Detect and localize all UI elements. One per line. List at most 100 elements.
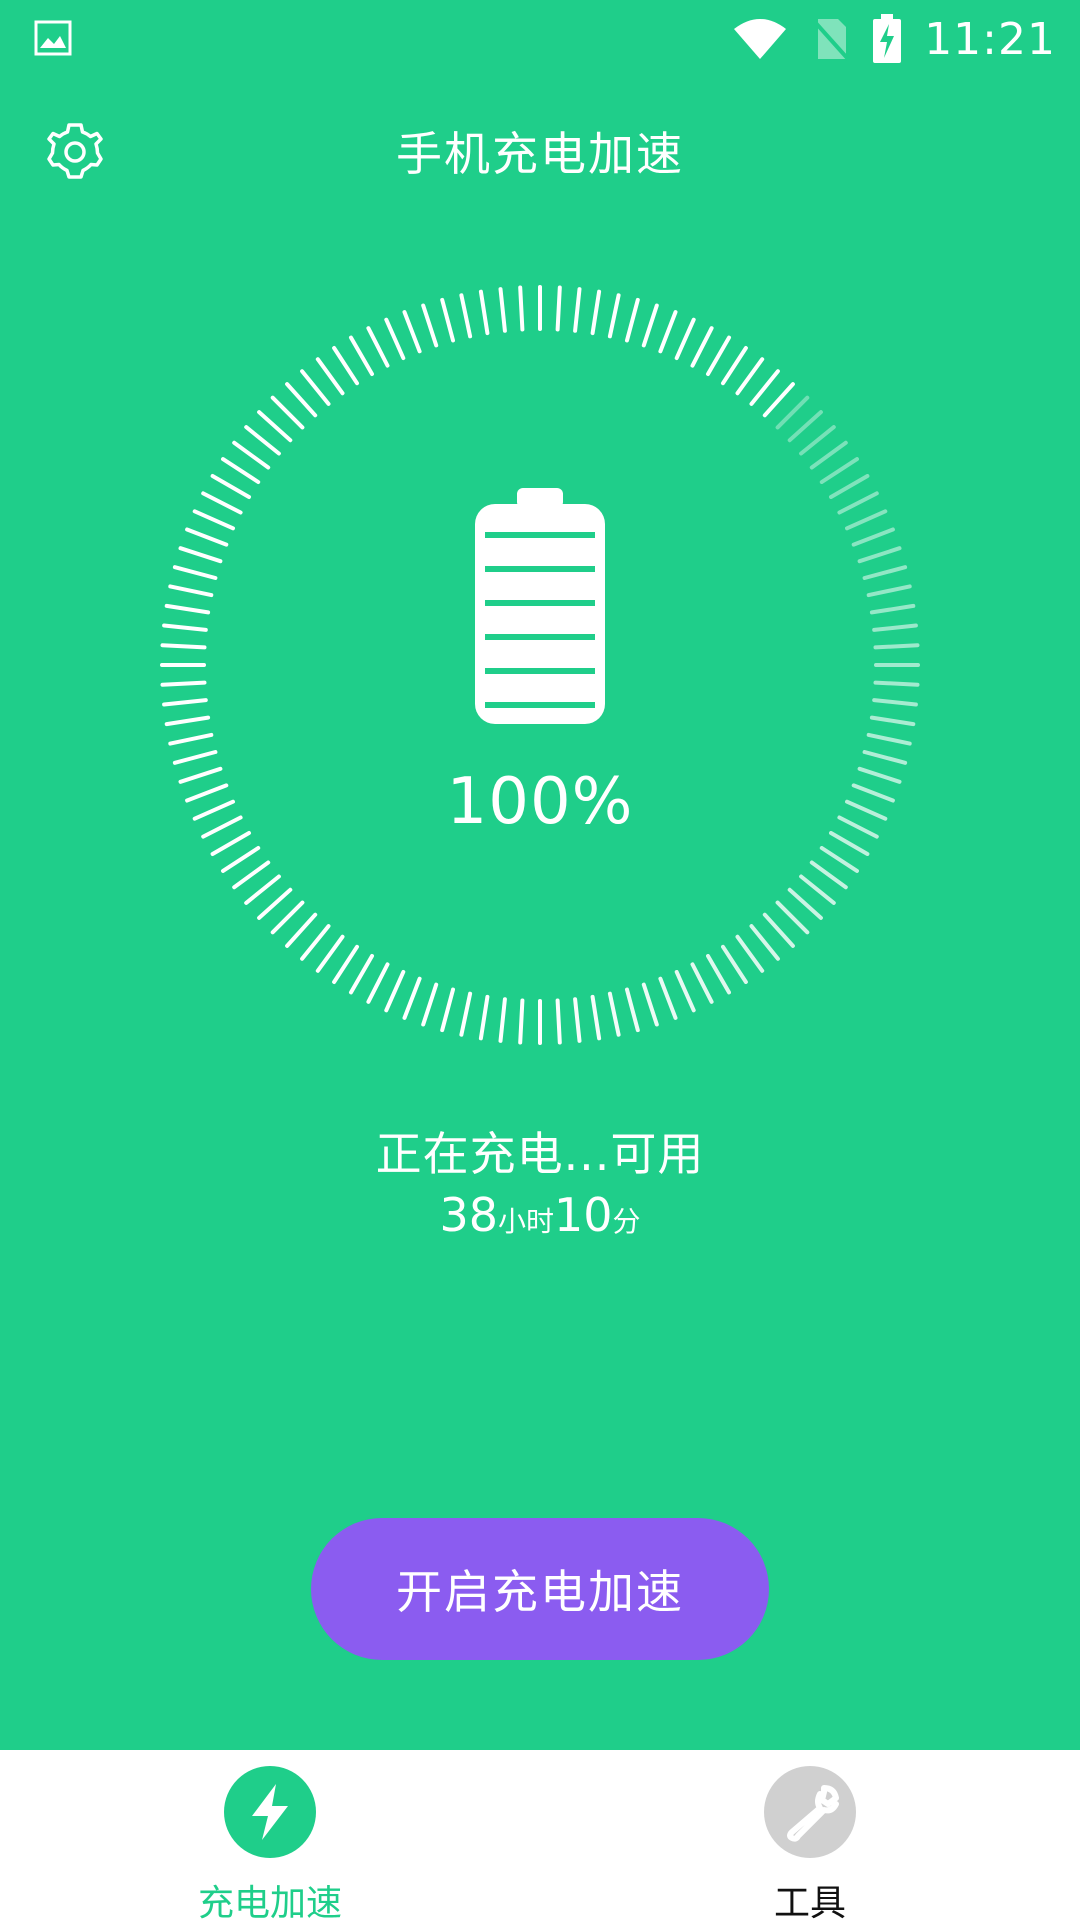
- dial-tick: [332, 346, 359, 386]
- dial-tick: [706, 954, 731, 995]
- dial-tick: [221, 846, 261, 873]
- dial-tick: [735, 357, 765, 396]
- dial-tick: [857, 546, 902, 564]
- dial-tick: [829, 474, 870, 499]
- dial-tick: [315, 357, 345, 396]
- dial-tick: [366, 326, 390, 368]
- nav-item-tools[interactable]: 工具: [630, 1750, 990, 1920]
- dial-tick: [402, 976, 422, 1020]
- dial-tick: [270, 395, 305, 430]
- dial-tick: [160, 643, 207, 650]
- dial-tick: [210, 474, 251, 499]
- dial-tick: [478, 289, 490, 336]
- dial-tick: [192, 509, 235, 531]
- dial-tick: [478, 994, 490, 1041]
- dial-tick: [285, 912, 318, 948]
- dial-tick: [590, 289, 602, 336]
- dial-tick: [421, 303, 439, 348]
- dial-tick: [257, 887, 293, 920]
- dial-tick: [285, 382, 318, 418]
- dial-tick: [300, 924, 331, 961]
- dial-tick: [762, 912, 795, 948]
- dial-tick: [749, 924, 780, 961]
- dial-tick: [819, 457, 859, 484]
- dial-tick: [518, 285, 525, 332]
- dial-tick: [300, 369, 331, 406]
- dial-tick: [172, 565, 218, 580]
- nav-label-tools: 工具: [773, 1883, 846, 1920]
- dial-tick: [315, 934, 345, 973]
- dial-tick: [845, 509, 888, 531]
- dial-tick: [799, 874, 836, 905]
- dial-tick: [498, 997, 507, 1043]
- battery-charging-icon: [873, 14, 902, 63]
- dial-tick: [775, 395, 810, 430]
- remaining-time: 38小时10分: [0, 1188, 1080, 1242]
- battery-bar: [485, 634, 595, 640]
- dial-tick: [749, 369, 780, 406]
- dial-tick: [799, 425, 836, 456]
- dial-tick: [270, 900, 305, 935]
- nav-item-charge-boost[interactable]: 充电加速: [90, 1750, 450, 1920]
- dial-tick: [384, 970, 406, 1013]
- no-sim-icon: [812, 19, 850, 61]
- dial-tick: [590, 994, 602, 1041]
- dial-tick: [573, 997, 582, 1043]
- battery-bar: [485, 702, 595, 708]
- status-time: 11:21: [924, 13, 1056, 65]
- dial-tick: [721, 944, 748, 984]
- dial-tick: [459, 293, 473, 339]
- dial-tick: [866, 584, 912, 598]
- dial-tick: [641, 303, 659, 348]
- dial-tick: [872, 698, 918, 707]
- dial-tick: [555, 285, 562, 332]
- dial-tick: [518, 998, 525, 1045]
- dial-tick: [607, 293, 621, 339]
- dial-tick: [607, 991, 621, 1037]
- dial-tick: [160, 680, 207, 687]
- dial-tick: [366, 962, 390, 1004]
- dial-tick: [690, 962, 714, 1004]
- dial-tick: [440, 297, 455, 343]
- dial-tick: [873, 680, 920, 687]
- status-bar: 11:21: [0, 0, 1080, 78]
- remaining-hours-unit: 小时: [497, 1205, 554, 1238]
- dial-tick: [164, 715, 211, 727]
- dial-tick: [809, 440, 848, 470]
- dial-tick: [440, 987, 455, 1033]
- dial-tick: [809, 860, 848, 890]
- dial-tick: [762, 382, 795, 418]
- dial-tick: [787, 410, 823, 443]
- start-boost-button[interactable]: 开启充电加速: [311, 1518, 769, 1660]
- dial-tick: [498, 287, 507, 333]
- dial-tick: [162, 623, 208, 632]
- dial-tick: [349, 954, 374, 995]
- dial-tick: [164, 603, 211, 615]
- dial-tick: [690, 326, 714, 368]
- dial-tick: [221, 457, 261, 484]
- dial-tick: [232, 860, 271, 890]
- dial-tick: [658, 310, 678, 354]
- dial-tick: [244, 425, 281, 456]
- battery-percent: 100%: [446, 765, 634, 839]
- bottom-nav: 充电加速 工具: [0, 1750, 1080, 1920]
- dial-tick: [573, 287, 582, 333]
- remaining-minutes-unit: 分: [612, 1205, 641, 1238]
- dial-tick: [787, 887, 823, 920]
- dial-tick: [421, 982, 439, 1027]
- battery-icon: [475, 488, 605, 724]
- dial-tick: [459, 991, 473, 1037]
- dial-tick: [257, 410, 293, 443]
- dial-tick: [555, 998, 562, 1045]
- dial-tick: [862, 565, 908, 580]
- dial-tick: [775, 900, 810, 935]
- dial-tick: [851, 527, 895, 547]
- dial-tick: [837, 491, 879, 515]
- dial-tick: [232, 440, 271, 470]
- remaining-hours: 38: [439, 1188, 498, 1242]
- dial-tick: [869, 715, 916, 727]
- nav-label-charge-boost: 充电加速: [197, 1883, 342, 1920]
- dial-tick: [869, 603, 916, 615]
- app-header: 手机充电加速: [0, 100, 1080, 200]
- wrench-icon: [764, 1766, 856, 1858]
